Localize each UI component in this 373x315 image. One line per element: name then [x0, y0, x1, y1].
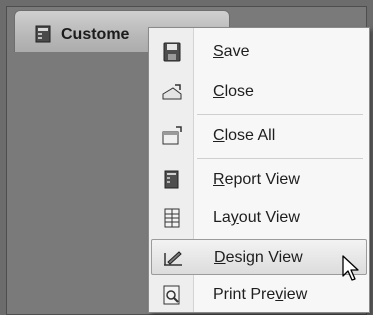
menu-item-print-preview[interactable]: Print Preview	[151, 277, 367, 313]
print-preview-icon	[163, 285, 180, 305]
context-menu: Save Close Close All Report View Layout …	[148, 27, 370, 313]
menu-item-label: Close	[213, 83, 254, 100]
report-view-icon	[164, 170, 179, 189]
menu-separator	[197, 114, 363, 115]
menu-item-label: Layout View	[213, 209, 300, 226]
menu-separator	[197, 158, 363, 159]
menu-item-close-all[interactable]: Close All	[151, 118, 367, 154]
menu-item-label: Save	[213, 43, 250, 60]
menu-item-design-view[interactable]: Design View	[151, 239, 367, 275]
form-icon	[35, 25, 51, 43]
close-document-icon	[162, 84, 182, 100]
design-view-icon	[164, 251, 182, 266]
document-tab-label: Custome	[61, 26, 130, 43]
menu-item-save[interactable]: Save	[151, 34, 367, 70]
menu-item-report-view[interactable]: Report View	[151, 162, 367, 198]
save-disk-icon	[163, 42, 181, 62]
menu-item-label: Report View	[213, 171, 300, 188]
menu-item-close[interactable]: Close	[151, 74, 367, 110]
close-all-icon	[162, 126, 182, 145]
menu-item-label: Print Preview	[213, 286, 308, 303]
menu-item-layout-view[interactable]: Layout View	[151, 200, 367, 236]
menu-item-label: Design View	[214, 249, 303, 266]
mouse-pointer-icon	[342, 255, 359, 281]
layout-view-icon	[164, 208, 180, 228]
menu-item-label: Close All	[213, 127, 276, 144]
